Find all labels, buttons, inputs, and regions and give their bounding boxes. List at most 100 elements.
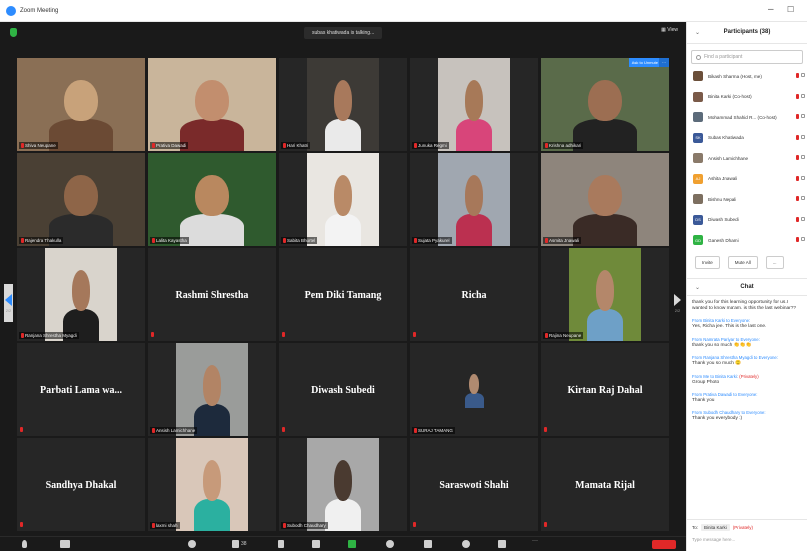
zoom-logo-icon [6,5,16,16]
video-tile[interactable]: Krishna adhikari Ask to Unmute ··· [541,58,669,151]
minimize-button[interactable]: – [768,4,774,15]
participant-video [307,438,379,531]
participant-status-icons [796,237,805,242]
video-tile[interactable]: Hari Khatri [279,58,407,151]
participant-video [17,153,145,246]
participant-row[interactable]: Mohammad Shahid R... (Co-host) [687,107,807,128]
participant-name: Subas Khatiwada [708,135,744,141]
participant-row[interactable]: DS Diwash Subedi [687,210,807,231]
chat-message: From Me to Binita Karki: (Privately) Grou… [692,374,802,386]
participant-row[interactable]: Bishnu Nepali [687,189,807,210]
person-face [71,270,91,312]
participant-status-icons [796,93,805,99]
breakout-rooms-icon[interactable] [424,540,432,548]
more-options-button[interactable]: ... [765,255,784,269]
view-button[interactable]: ▦ View [661,27,678,33]
video-tile[interactable]: Sujata Pyakurel [410,153,538,246]
reactions-icon[interactable] [498,540,506,548]
prev-page-button[interactable]: 2/2 [4,284,13,322]
video-tile[interactable]: Mamata Rijal [541,438,669,531]
microphone-icon[interactable] [22,540,27,548]
polls-icon[interactable] [278,540,284,548]
recipient-select[interactable]: Binita Karki [701,524,730,531]
chat-icon[interactable] [312,540,320,548]
avatar [693,71,703,82]
participant-row[interactable]: GD Ganesh Dhami [687,230,807,251]
video-tile[interactable]: Pem Diki Tamang [279,248,407,341]
shield-icon[interactable] [10,28,17,37]
video-tile[interactable]: Ranjana Shrestha Myagdi [17,248,145,341]
share-screen-icon[interactable] [348,540,356,548]
video-tile[interactable]: Rajendra Thakulla [17,153,145,246]
video-tile[interactable]: Junuka Regmi [410,58,538,151]
tile-more-button[interactable]: ··· [659,58,669,67]
video-tile[interactable]: Subodh Chaudhary [279,438,407,531]
security-icon[interactable] [188,540,196,548]
avatar [693,112,703,123]
person-silhouette [194,499,230,531]
participants-icon[interactable] [232,540,239,548]
chat-message-input[interactable]: Type message here... [687,535,807,544]
participant-name: Diwash Subedi [708,217,739,223]
page-indicator-right: 2/2 [674,307,681,313]
participant-name: Ganesh Dhami [708,237,739,243]
participant-row[interactable]: AJ Ashita Jnawali [687,169,807,190]
video-tile[interactable]: Rajina Neupane [541,248,669,341]
participant-video [176,343,248,436]
microphone-icon [796,155,799,160]
video-tile[interactable]: Kirtan Raj Dahal [541,343,669,436]
participant-row[interactable]: Binita Karki (Co-host) [687,87,807,108]
window-title: Zoom Meeting [20,7,59,14]
video-tile[interactable]: Diwash Subedi [279,343,407,436]
video-tile[interactable]: Saraswoti Shahi [410,438,538,531]
muted-mic-icon [283,238,286,243]
ask-to-unmute-button[interactable]: Ask to Unmute [628,58,661,67]
microphone-icon [796,196,799,201]
end-meeting-button[interactable] [652,540,676,549]
participant-search-input[interactable]: Find a participant [691,50,803,64]
person-silhouette [49,119,113,151]
participant-name-text: Rajendra Thakulla [25,238,62,243]
participant-row[interactable]: Bikash Sharma (Host, me) [687,66,807,87]
video-tile[interactable]: Asmita Jnawali [541,153,669,246]
participants-header: ⌄ Participants (38) [687,22,807,44]
participant-row[interactable]: Ansish Lamichhane [687,148,807,169]
mute-all-button[interactable]: Mute All [727,255,758,269]
video-tile[interactable]: Prativa Dawadi [148,58,276,151]
chat-message-text: Thank you so much 🙂 [692,361,742,367]
maximize-button[interactable]: ☐ [787,5,794,14]
invite-button[interactable]: Invite [695,255,720,269]
video-tile[interactable]: laxmi shah [148,438,276,531]
person-face [202,365,222,407]
person-silhouette [464,392,484,408]
video-tile[interactable]: Lalita Kayastha [148,153,276,246]
video-tile[interactable]: Shiva Neupane [17,58,145,151]
muted-mic-icon [283,143,286,148]
video-tile[interactable]: SURAJ TAMANG [410,343,538,436]
participant-name-text: SURAJ TAMANG [418,428,453,433]
participant-row[interactable]: SK Subas Khatiwada [687,128,807,149]
person-silhouette [194,404,230,436]
more-icon[interactable]: ··· [532,538,540,546]
person-silhouette [325,499,361,531]
apps-icon[interactable] [462,540,470,548]
video-tile[interactable]: Sabita Bhurtel [279,153,407,246]
video-camera-icon [801,73,805,77]
video-tile[interactable]: Parbati Lama wa... [17,343,145,436]
participant-status-icons [796,175,805,181]
person-face [469,373,479,394]
participant-name-text: Lalita Kayastha [156,238,187,243]
person-silhouette [587,309,623,341]
participant-video [455,363,493,408]
video-tile[interactable]: Ansish Lamichhane [148,343,276,436]
participant-name-label: Sabita Bhurtel [281,237,318,244]
video-tile[interactable]: Sandhya Dhakal [17,438,145,531]
video-camera-icon [801,196,805,200]
video-camera-icon[interactable] [60,540,70,548]
participant-name-display: Richa [461,290,487,301]
video-tile[interactable]: Rashmi Shrestha [148,248,276,341]
video-tile[interactable]: Richa [410,248,538,341]
person-face [595,270,615,312]
record-icon[interactable] [386,540,394,548]
microphone-icon [796,175,799,181]
